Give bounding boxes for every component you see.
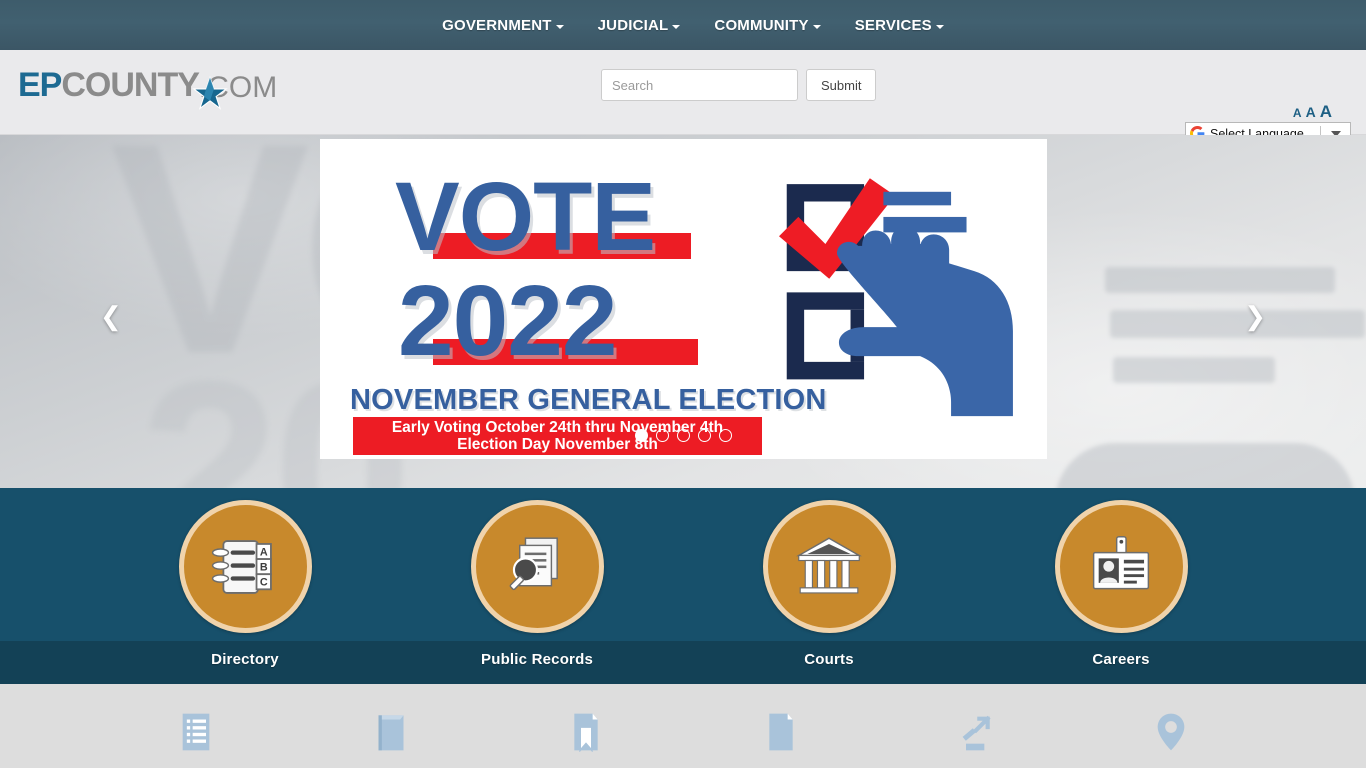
- document-icon: [768, 713, 793, 751]
- quick-link-public-records[interactable]: Public Records: [391, 500, 683, 668]
- background-ghost-bar: [1113, 357, 1275, 383]
- ballot-checkbox-hand-icon: [779, 178, 1013, 417]
- svg-text:C: C: [260, 576, 268, 588]
- text-size-small-button[interactable]: A: [1293, 106, 1302, 120]
- text-size-medium-button[interactable]: A: [1306, 104, 1316, 120]
- chevron-down-icon: [935, 24, 944, 29]
- top-navigation-items: GOVERNMENT JUDICIAL COMMUNITY SERVICES: [422, 17, 944, 34]
- search-input[interactable]: [601, 69, 798, 101]
- background-ghost-bar: [1110, 310, 1365, 338]
- carousel-next-button[interactable]: ❯: [1244, 303, 1266, 329]
- quick-link-careers[interactable]: Careers: [975, 500, 1267, 668]
- nav-item-label: GOVERNMENT: [442, 16, 552, 34]
- svg-text:B: B: [260, 561, 268, 573]
- text-size-large-button[interactable]: A: [1320, 102, 1332, 122]
- chart-arrow-icon: [962, 715, 991, 751]
- strip-item-chart-arrow[interactable]: [878, 712, 1073, 752]
- nav-item-government[interactable]: GOVERNMENT: [442, 17, 564, 34]
- quick-links-section: A B C Directory Public Records Courts Ca…: [0, 488, 1366, 684]
- top-navigation-bar: GOVERNMENT JUDICIAL COMMUNITY SERVICES: [0, 0, 1366, 50]
- carousel-indicator[interactable]: [697, 429, 711, 442]
- strip-item-bookmark-document[interactable]: [488, 712, 683, 752]
- quick-link-label: Directory: [211, 651, 279, 668]
- site-logo[interactable]: EP COUNTY .COM: [18, 66, 277, 105]
- quick-link-label: Careers: [1092, 651, 1150, 668]
- search-area: Submit: [601, 69, 877, 101]
- strip-item-book[interactable]: [293, 712, 488, 752]
- chevron-down-icon: [812, 24, 821, 29]
- nav-item-services[interactable]: SERVICES: [855, 17, 944, 34]
- logo-text-county: COUNTY: [61, 66, 200, 104]
- nav-item-community[interactable]: COMMUNITY: [714, 16, 821, 34]
- carousel-slide-vote-2022[interactable]: VOTE 2022 NOVEMBER GENERAL ELECTION Earl…: [320, 139, 1047, 459]
- slide-headline-year: 2022: [398, 265, 617, 377]
- text-size-controls: A A A: [1293, 102, 1332, 122]
- site-header: EPCOUNTY.COM Submit A A A Select Languag…: [0, 50, 1366, 145]
- quick-link-circle: A B C: [178, 500, 312, 633]
- quick-link-directory[interactable]: A B C Directory: [99, 500, 391, 668]
- quick-link-circle: [1054, 500, 1188, 633]
- services-icon-strip: [0, 684, 1366, 768]
- nav-item-label: SERVICES: [854, 16, 932, 34]
- nav-item-label: JUDICIAL: [597, 16, 669, 34]
- quick-link-circle: [762, 500, 896, 633]
- quick-link-courts[interactable]: Courts: [683, 500, 975, 668]
- carousel-indicator[interactable]: [676, 429, 690, 442]
- svg-text:A: A: [260, 546, 268, 558]
- courthouse-icon: [796, 536, 862, 593]
- book-icon: [378, 715, 403, 751]
- background-ghost-shape: [1055, 443, 1355, 488]
- hero-carousel: VO 20 ❮ ❯ VOTE 2022 NOVEMBER GENERAL ELE…: [0, 135, 1366, 488]
- carousel-indicators: [0, 429, 1366, 442]
- carousel-indicator[interactable]: [634, 429, 648, 442]
- search-submit-button[interactable]: Submit: [806, 69, 877, 101]
- strip-item-list[interactable]: [98, 712, 293, 752]
- quick-link-circle: [470, 500, 604, 633]
- id-badge-icon: [1092, 535, 1150, 589]
- quick-links-row: A B C Directory Public Records Courts Ca…: [0, 488, 1366, 668]
- carousel-indicator[interactable]: [655, 429, 669, 442]
- chevron-down-icon: [555, 24, 564, 29]
- bookmark-document-icon: [573, 713, 598, 752]
- carousel-indicator[interactable]: [718, 429, 732, 442]
- star-icon: [192, 76, 228, 110]
- chevron-down-icon: [672, 24, 681, 29]
- location-pin-icon: [1157, 713, 1184, 751]
- quick-link-label: Public Records: [481, 651, 593, 668]
- address-book-icon: A B C: [211, 539, 272, 594]
- carousel-prev-button[interactable]: ❮: [100, 303, 122, 329]
- background-ghost-bar: [1105, 267, 1335, 293]
- slide-headline-vote: VOTE: [395, 162, 656, 271]
- strip-item-document[interactable]: [683, 712, 878, 752]
- strip-item-location-pin[interactable]: [1073, 712, 1268, 752]
- quick-link-label: Courts: [804, 651, 854, 668]
- logo-text-ep: EP: [18, 66, 62, 104]
- document-search-icon: [509, 536, 558, 590]
- nav-item-judicial[interactable]: JUDICIAL: [598, 17, 681, 34]
- nav-item-label: COMMUNITY: [714, 16, 809, 34]
- list-lines-icon: [182, 713, 209, 751]
